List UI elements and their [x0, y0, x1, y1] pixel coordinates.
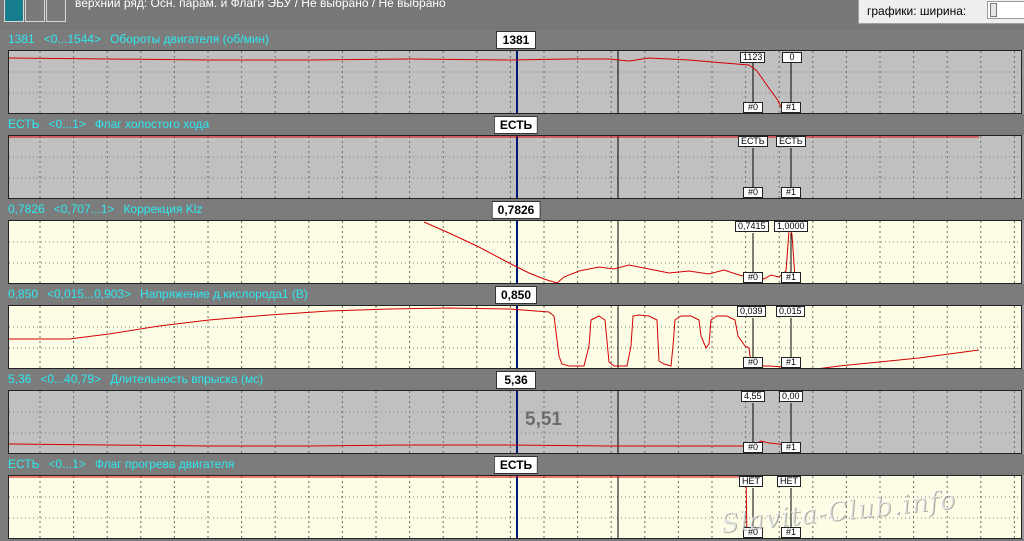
grid: [9, 136, 1021, 198]
graph-current-value: ЕСТЬ: [8, 117, 40, 131]
graph-label: ЕСТЬ <0...1> Флаг прогрева двигателя: [8, 457, 244, 471]
graph-name: Напряжение д.кислорода1 (В): [140, 287, 308, 301]
graph-current-value: ЕСТЬ: [8, 457, 40, 471]
marker-1-tag[interactable]: #1: [781, 442, 801, 453]
cursor-value-box: 0,7826: [491, 201, 541, 219]
marker-1-tag[interactable]: #1: [781, 102, 801, 113]
graph-panel-klz: 0,7826 <0,707...1> Коррекция Klz 0,7826 0,…: [0, 200, 1024, 285]
graph-plot-area[interactable]: 0,7415 1,0000 #0 #1: [8, 220, 1022, 284]
marker-0-tag[interactable]: #0: [743, 272, 763, 283]
marker-1-tag[interactable]: #1: [781, 357, 801, 368]
cursor-value-box: 5,36: [496, 371, 536, 389]
graph-label: 5,36 <0...40,79> Длительность впрыска (мс): [8, 372, 272, 386]
marker-0-tag[interactable]: #0: [743, 357, 763, 368]
graph-canvas: [9, 391, 1021, 453]
cursor-value-box: ЕСТЬ: [493, 456, 539, 474]
marker-0-value: 0,7415: [735, 221, 769, 232]
marker-1-tag[interactable]: #1: [781, 187, 801, 198]
marker-0-tag[interactable]: #0: [743, 102, 763, 113]
marker-0-tag[interactable]: #0: [743, 187, 763, 198]
marker-0-value: 1123: [740, 52, 766, 63]
slider-thumb[interactable]: [990, 3, 997, 17]
graph-label: 0,7826 <0,707...1> Коррекция Klz: [8, 202, 211, 216]
layout-cell-icon[interactable]: [4, 0, 24, 22]
graph-current-value: 0,7826: [8, 202, 45, 216]
grid: [9, 391, 1021, 453]
graph-range: <0...1>: [48, 457, 86, 471]
graph-size-panel: графики: ширина:: [858, 0, 1024, 24]
marker-1-value: 0,00: [779, 391, 803, 402]
graph-canvas: [9, 306, 1021, 368]
graph-header: ЕСТЬ <0...1> Флаг прогрева двигателя ЕСТЬ: [0, 455, 1024, 474]
graph-canvas: [9, 221, 1021, 283]
grid: [9, 51, 1021, 113]
graph-plot-area[interactable]: ЕСТЬ ЕСТЬ #0 #1: [8, 135, 1022, 199]
marker-1-value: 0: [782, 52, 802, 63]
graph-panel-injection: 5,36 <0...40,79> Длительность впрыска (мс)…: [0, 370, 1024, 455]
row-caption: верхний ряд: Осн. парам. и Флаги ЭБУ / Н…: [75, 0, 446, 10]
signal-trace: [9, 476, 749, 538]
graph-range: <0...1>: [48, 117, 86, 131]
graph-label: 0,850 <0,015...0,903> Напряжение д.кислоро…: [8, 287, 317, 301]
graph-name: Флаг холостого хода: [94, 117, 210, 131]
cursor-value-box: 0,850: [494, 286, 538, 304]
graph-label: 1381 <0...1544> Обороты двигателя (об/мин): [8, 32, 278, 46]
graph-header: 5,36 <0...40,79> Длительность впрыска (мс)…: [0, 370, 1024, 389]
graph-name: Коррекция Klz: [123, 202, 203, 216]
marker-0-value: 0,039: [737, 306, 766, 317]
signal-trace: [9, 307, 980, 368]
marker-0-value: 4,55: [741, 391, 765, 402]
marker-1-value: ЕСТЬ: [776, 136, 806, 147]
graph-name: Обороты двигателя (об/мин): [110, 32, 270, 46]
marker-0-value: ЕСТЬ: [738, 136, 768, 147]
graph-header: 1381 <0...1544> Обороты двигателя (об/мин)…: [0, 30, 1024, 49]
graph-range: <0,015...0,903>: [47, 287, 132, 301]
graph-name: Флаг прогрева двигателя: [94, 457, 235, 471]
graph-header: ЕСТЬ <0...1> Флаг холостого хода ЕСТЬ: [0, 115, 1024, 134]
graph-range: <0...40,79>: [40, 372, 102, 386]
cursor-big-value: 5,51: [525, 409, 562, 430]
graph-panel-o2-voltage: 0,850 <0,015...0,903> Напряжение д.кислоро…: [0, 285, 1024, 370]
graph-plot-area[interactable]: 0,039 0,015 #0 #1: [8, 305, 1022, 369]
top-toolbar: верхний ряд: Осн. парам. и Флаги ЭБУ / Н…: [0, 0, 1024, 30]
graph-panel-rpm: 1381 <0...1544> Обороты двигателя (об/мин)…: [0, 30, 1024, 115]
graph-plot-area[interactable]: 5,51 4,55 0,00 #0 #1: [8, 390, 1022, 454]
graph-current-value: 0,850: [8, 287, 39, 301]
signal-trace: [9, 57, 785, 113]
graph-range: <0...1544>: [43, 32, 102, 46]
layout-cell-icon[interactable]: [46, 0, 66, 22]
graph-panel-idle-flag: ЕСТЬ <0...1> Флаг холостого хода ЕСТЬ ЕСТЬ…: [0, 115, 1024, 200]
grid: [9, 306, 1021, 368]
marker-1-value: 0,015: [776, 306, 805, 317]
graph-name: Длительность впрыска (мс): [110, 372, 264, 386]
graph-width-slider[interactable]: [987, 1, 1024, 19]
marker-1-value: 1,0000: [774, 221, 808, 232]
graph-header: 0,7826 <0,707...1> Коррекция Klz 0,7826: [0, 200, 1024, 219]
signal-trace: [9, 440, 790, 448]
cursor-value-box: ЕСТЬ: [493, 116, 539, 134]
graph-current-value: 5,36: [8, 372, 32, 386]
marker-0-tag[interactable]: #0: [743, 442, 763, 453]
graph-canvas: [9, 51, 1021, 113]
cursor-value-box: 1381: [496, 31, 536, 49]
marker-1-value: НЕТ: [777, 476, 801, 487]
marker-0-value: НЕТ: [739, 476, 763, 487]
graph-header: 0,850 <0,015...0,903> Напряжение д.кислоро…: [0, 285, 1024, 304]
grid: [9, 221, 1021, 283]
graph-label: ЕСТЬ <0...1> Флаг холостого хода: [8, 117, 218, 131]
graph-width-label: графики: ширина:: [867, 4, 967, 18]
layout-grid-icon[interactable]: [4, 0, 66, 22]
marker-1-tag[interactable]: #1: [781, 272, 801, 283]
layout-cell-icon[interactable]: [25, 0, 45, 22]
graph-current-value: 1381: [8, 32, 35, 46]
graph-range: <0,707...1>: [53, 202, 115, 216]
graph-canvas: [9, 136, 1021, 198]
graph-plot-area[interactable]: 1123 0 #0 #1: [8, 50, 1022, 114]
